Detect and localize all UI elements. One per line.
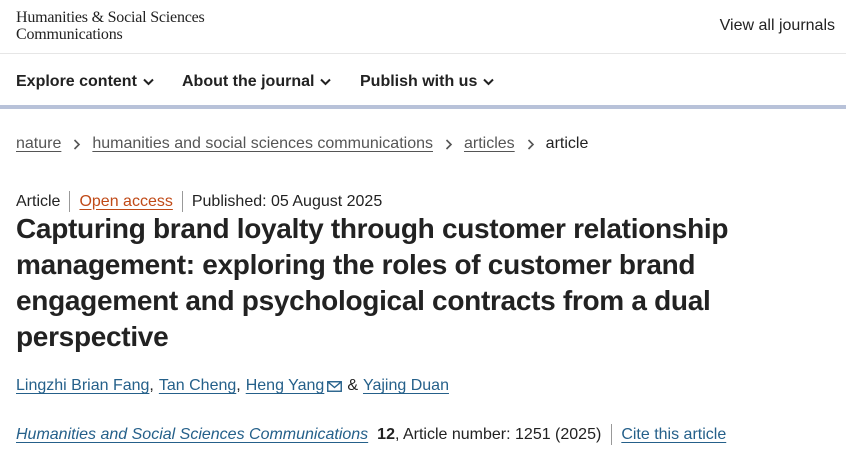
main-nav: Explore content About the journal Publis…	[0, 55, 846, 109]
author-link[interactable]: Tan Cheng	[159, 377, 236, 395]
article-meta: Article Open access Published: 05 August…	[16, 191, 382, 212]
view-all-journals-link[interactable]: View all journals	[720, 17, 835, 35]
breadcrumb: nature humanities and social sciences co…	[16, 135, 588, 153]
breadcrumb-current: article	[545, 135, 589, 152]
nav-explore-content[interactable]: Explore content	[16, 73, 154, 91]
breadcrumb-nature[interactable]: nature	[16, 135, 61, 153]
logo-line-2: Communications	[16, 26, 123, 43]
citation-line: Humanities and Social Sciences Communica…	[16, 424, 726, 445]
author-separator: ,	[149, 377, 154, 394]
nav-item-label: Publish with us	[360, 73, 478, 90]
nav-item-label: About the journal	[182, 73, 315, 90]
author-link[interactable]: Yajing Duan	[363, 377, 449, 395]
author-ampersand: &	[347, 377, 358, 394]
chevron-right-icon	[527, 138, 535, 150]
nav-about-journal[interactable]: About the journal	[182, 73, 332, 91]
author-link[interactable]: Heng Yang	[246, 377, 325, 395]
divider	[611, 424, 613, 445]
chevron-down-icon	[143, 78, 154, 86]
divider	[181, 191, 183, 212]
author-list: Lingzhi Brian Fang , Tan Cheng , Heng Ya…	[16, 377, 449, 395]
cite-this-article-link[interactable]: Cite this article	[621, 426, 726, 444]
chevron-right-icon	[73, 138, 81, 150]
breadcrumb-articles[interactable]: articles	[464, 135, 515, 153]
chevron-right-icon	[445, 138, 453, 150]
nav-item-label: Explore content	[16, 73, 137, 90]
volume: 12	[377, 425, 395, 443]
author-separator: ,	[236, 377, 241, 394]
divider	[69, 191, 71, 212]
author-link[interactable]: Lingzhi Brian Fang	[16, 377, 149, 395]
mail-icon[interactable]	[327, 380, 343, 392]
breadcrumb-journal[interactable]: humanities and social sciences communica…	[92, 135, 433, 153]
article-title: Capturing brand loyalty through customer…	[16, 213, 729, 352]
journal-name-link[interactable]: Humanities and Social Sciences Communica…	[16, 426, 368, 444]
logo-line-1: Humanities & Social Sciences	[16, 9, 205, 26]
published-date: Published: 05 August 2025	[191, 192, 383, 210]
article-number: , Article number: 1251 (2025)	[394, 425, 602, 443]
article-type: Article	[16, 192, 61, 210]
open-access-link[interactable]: Open access	[79, 193, 172, 211]
chevron-down-icon	[483, 78, 495, 86]
journal-logo[interactable]: Humanities & Social Sciences Communicati…	[16, 9, 205, 43]
nav-publish-with-us[interactable]: Publish with us	[360, 73, 495, 91]
site-header: Humanities & Social Sciences Communicati…	[0, 0, 846, 54]
chevron-down-icon	[320, 78, 332, 86]
